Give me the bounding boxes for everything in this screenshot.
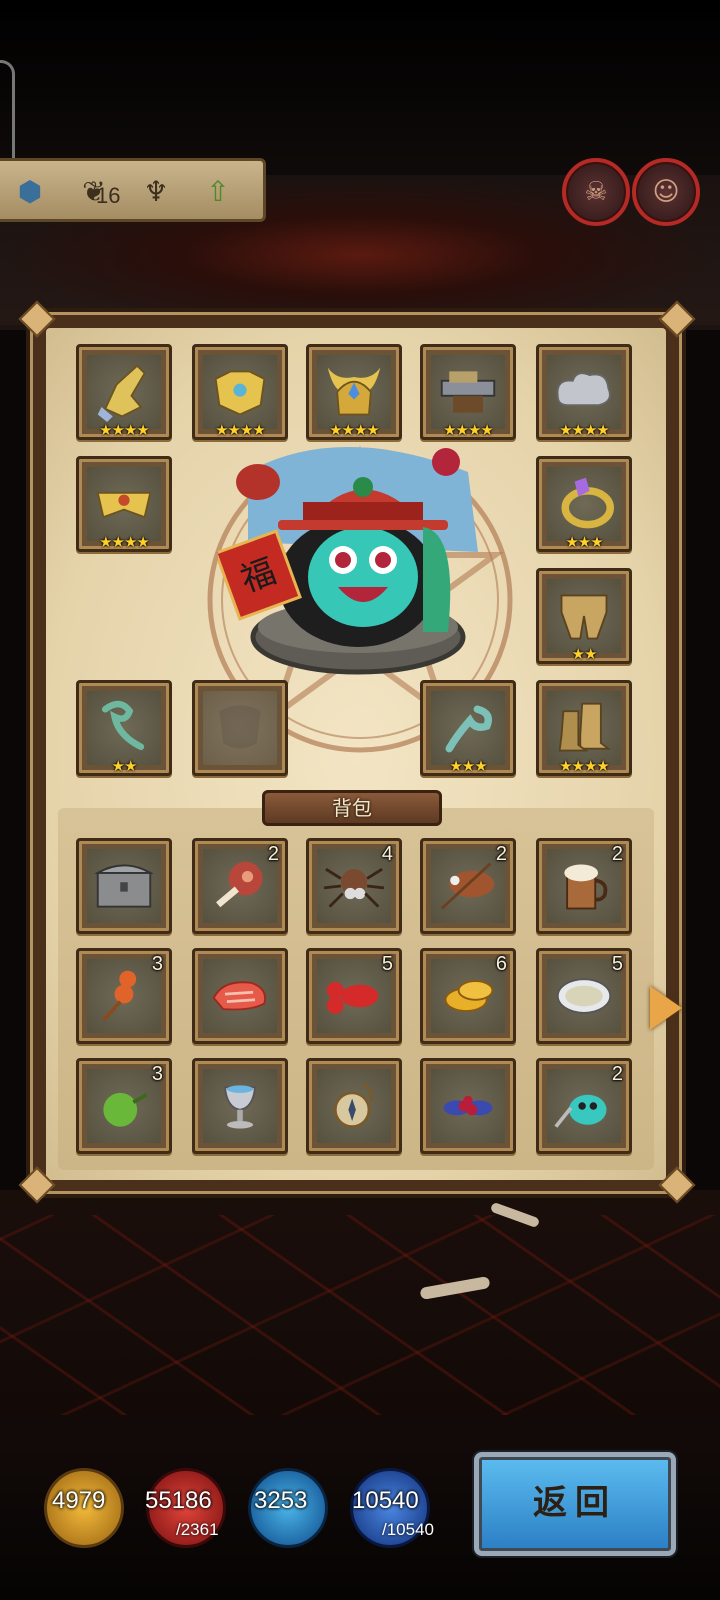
gumball-portrait-button[interactable]: ☺ (632, 158, 700, 226)
bag-item-orange-fruit-stick[interactable]: 3 (76, 948, 172, 1044)
equipment-slot-gauntlet[interactable]: ★★★★ (76, 344, 172, 440)
equipment-slot-cloud-charm[interactable]: ★★★★ (536, 344, 632, 440)
bag-item-treasure-chest[interactable] (76, 838, 172, 934)
hero-gumball[interactable]: 福 (218, 432, 498, 682)
star-rating: ★★★★ (99, 533, 150, 551)
star-rating: ★★★★ (99, 421, 150, 439)
equipment-slot-gem-ring[interactable]: ★★★ (536, 456, 632, 552)
item-quantity: 5 (381, 953, 393, 975)
treasure-chest-icon (94, 864, 154, 908)
item-quantity: 2 (611, 1063, 623, 1085)
bag-item-compass[interactable] (306, 1058, 402, 1154)
bag-title: 背包 (262, 790, 442, 826)
item-quantity: 2 (267, 843, 279, 865)
trophy-icon[interactable]: ♆ (134, 169, 178, 213)
equipment-slot-empty[interactable] (192, 680, 288, 776)
bag-item-beer-mug[interactable]: 2 (536, 838, 632, 934)
monster-portrait-button[interactable]: ☠ (562, 158, 630, 226)
bag-item-soup-plate[interactable]: 5 (536, 948, 632, 1044)
bag-item-meat-drumstick[interactable]: 2 (192, 838, 288, 934)
star-rating: ★★★★ (559, 421, 610, 439)
equipment-slot-ruyi-charm[interactable]: ★★★ (420, 680, 516, 776)
defense-value: 3253 (254, 1487, 308, 1514)
bag-item-berries[interactable] (420, 1058, 516, 1154)
equipment-slot-horned-helmet[interactable]: ★★★★ (306, 344, 402, 440)
star-rating: ★★ (571, 645, 598, 663)
skull-icon: ☠ (584, 177, 608, 207)
bag-item-red-lobster[interactable]: 5 (306, 948, 402, 1044)
shield-icon[interactable]: ⬢ (8, 169, 52, 213)
bag-item-spider[interactable]: 4 (306, 838, 402, 934)
star-rating: ★★★★ (559, 757, 610, 775)
compass-icon (333, 1084, 374, 1129)
star-rating: ★★★ (449, 757, 487, 775)
empty-mask-icon (219, 705, 261, 749)
face-icon: ☺ (652, 177, 680, 207)
bag-item-bread-slices[interactable]: 6 (420, 948, 516, 1044)
mana-max: /10540 (382, 1520, 434, 1539)
mana-value: 10540 (352, 1487, 419, 1514)
star-rating: ★★★★ (443, 421, 494, 439)
salmon-steak-icon (212, 981, 266, 1011)
health-value: 55186 (145, 1487, 212, 1514)
back-button[interactable]: 返回 (474, 1452, 676, 1556)
item-quantity: 3 (151, 1063, 163, 1085)
star-rating: ★★★★ (329, 421, 380, 439)
health-max: /2361 (176, 1520, 219, 1539)
lava-cracks (0, 1215, 720, 1415)
item-quantity: 2 (495, 843, 507, 865)
item-quantity: 4 (381, 843, 393, 865)
item-quantity: 6 (495, 953, 507, 975)
equipment-slot-leg-armor[interactable]: ★★ (536, 568, 632, 664)
berries-icon (443, 1095, 493, 1116)
bag-item-roasted-chameleon[interactable]: 2 (420, 838, 516, 934)
item-quantity: 3 (151, 953, 163, 975)
bag-item-salmon-steak[interactable] (192, 948, 288, 1044)
star-rating: ★★★ (565, 533, 603, 551)
equipment-slot-boots[interactable]: ★★★★ (536, 680, 632, 776)
level-count: 16 (96, 183, 121, 208)
bag-item-green-fruit[interactable]: 3 (76, 1058, 172, 1154)
upgrade-arrow-icon[interactable]: ⇧ (196, 169, 240, 213)
bag-item-blue-fish-dagger[interactable]: 2 (536, 1058, 632, 1154)
equipment-slot-chest-armor[interactable]: ★★★★ (192, 344, 288, 440)
item-quantity: 2 (611, 843, 623, 865)
attack-value: 4979 (52, 1487, 106, 1514)
equipment-slot-ruyi-scepter[interactable]: ★★ (76, 680, 172, 776)
equipment-slot-gold-belt[interactable]: ★★★★ (76, 456, 172, 552)
item-quantity: 5 (611, 953, 623, 975)
star-rating: ★★ (111, 757, 138, 775)
next-page-arrow[interactable] (650, 986, 682, 1030)
silver-goblet-icon (223, 1085, 257, 1129)
equipment-slot-anvil[interactable]: ★★★★ (420, 344, 516, 440)
bag-item-silver-goblet[interactable] (192, 1058, 288, 1154)
hud-bar: ⬢ ❦ 16 ♆ ⇧ (0, 158, 266, 222)
star-rating: ★★★★ (215, 421, 266, 439)
